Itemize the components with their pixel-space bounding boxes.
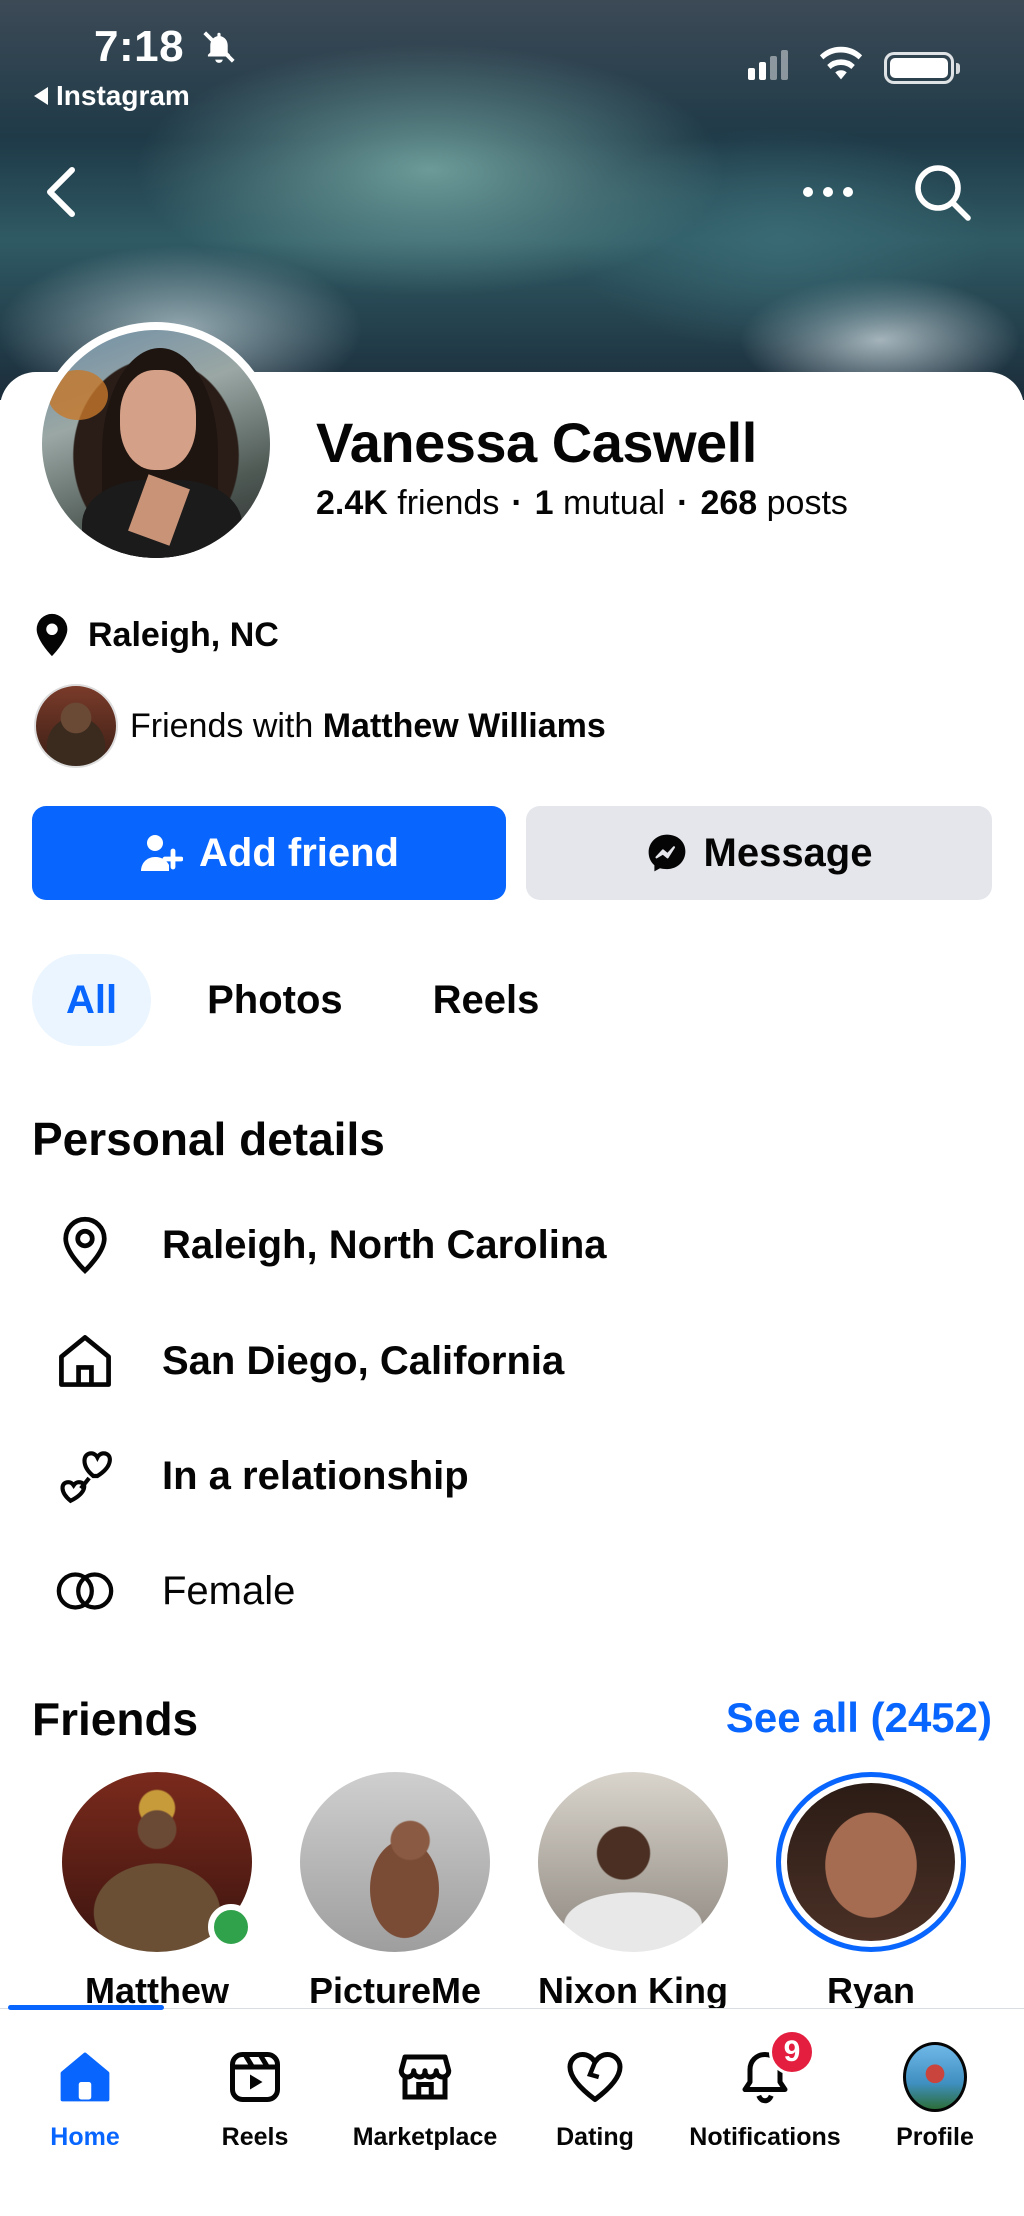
mutual-stat[interactable]: 1 mutual [535,484,665,523]
profile-tabs: All Photos Reels [32,954,595,1046]
more-dots-icon [803,187,853,197]
online-indicator [208,1904,254,1950]
friend-name: Nixon King [538,1970,728,2011]
dating-heart-icon [567,2052,623,2102]
tab-reels[interactable]: Reels [399,954,574,1046]
status-time: 7:18 [94,22,185,71]
friend-card[interactable]: Matthew [62,1772,254,2012]
wifi-icon [819,46,863,80]
back-triangle-icon [34,87,48,105]
search-button[interactable] [910,160,974,224]
friend-card[interactable]: Nixon King [538,1772,728,2012]
profile-avatar[interactable] [34,322,278,566]
location-pin-filled-icon [36,613,68,657]
nav-label: Marketplace [352,2123,498,2151]
tab-all[interactable]: All [32,954,152,1046]
tab-photos[interactable]: Photos [173,954,377,1046]
hearts-icon [60,1451,112,1504]
bell-off-icon [203,31,235,63]
nav-label: Profile [896,2123,974,2151]
friend-avatar [538,1772,728,1952]
nav-marketplace[interactable]: Marketplace [340,2045,510,2152]
bottom-nav: Home Reels Marketplace Dating 9 Notifica… [0,2005,1024,2216]
cellular-signal-icon [748,50,788,80]
mutual-friend-avatar[interactable] [34,684,118,768]
friend-card[interactable]: Ryan [776,1772,966,2012]
detail-text: Female [162,1568,296,1613]
detail-current-city: Raleigh, North Carolina [50,1210,607,1280]
notification-badge: 9 [769,2029,815,2075]
friend-name: PictureMe [308,1970,482,2011]
detail-text: In a relationship [162,1453,469,1498]
home-icon [60,2052,110,2102]
messenger-icon [648,834,685,872]
home-icon [59,1335,111,1387]
nav-label: Notifications [689,2123,841,2151]
detail-relationship: In a relationship [50,1441,469,1511]
nav-label: Reels [221,2123,289,2151]
location-pin-icon [63,1216,107,1274]
friends-title: Friends [32,1693,199,1745]
nav-dating[interactable]: Dating [510,2045,680,2152]
add-friend-label: Add friend [199,830,399,875]
back-app-label: Instagram [56,80,190,111]
nav-notifications[interactable]: 9 Notifications [680,2029,850,2152]
nav-profile[interactable]: Profile [850,2042,1020,2152]
detail-text: Raleigh, North Carolina [162,1222,607,1267]
detail-text: San Diego, California [162,1338,565,1383]
nav-home[interactable]: Home [0,2045,170,2152]
profile-stats: 2.4K friends · 1 mutual · 268 posts [316,484,848,523]
gender-rings-icon [56,1572,114,1610]
back-to-app[interactable]: Instagram [34,80,190,112]
friend-avatar-story-ring [776,1772,966,1952]
profile-avatar-thumb [903,2042,967,2112]
friend-avatar [62,1772,254,1952]
detail-hometown: San Diego, California [50,1326,564,1396]
detail-gender: Female [50,1556,295,1626]
nav-reels[interactable]: Reels [170,2045,340,2152]
message-button[interactable]: Message [526,806,992,900]
battery-icon [884,52,960,84]
friend-card[interactable]: PictureMe [300,1772,490,2012]
friends-with-text: Friends with Matthew Williams [130,706,606,745]
posts-stat: 268 posts [700,484,848,522]
marketplace-icon [398,2054,452,2100]
message-label: Message [703,830,873,875]
personal-details-title: Personal details [32,1113,385,1165]
mutual-friend-row[interactable]: Friends with Matthew Williams [34,684,606,768]
more-options-button[interactable] [796,160,860,224]
chevron-left-icon [47,167,75,217]
add-friend-icon [141,835,183,871]
see-all-friends-link[interactable]: See all (2452) [726,1694,992,1742]
location-row: Raleigh, NC [32,612,279,658]
search-icon [915,165,971,221]
reels-icon [230,2052,280,2102]
friends-row: Matthew PictureMe Nixon King Ryan [62,1772,1002,2012]
location-text: Raleigh, NC [88,615,279,654]
friend-avatar [300,1772,490,1952]
profile-name: Vanessa Caswell [316,411,757,474]
add-friend-button[interactable]: Add friend [32,806,506,900]
back-button[interactable] [30,160,94,224]
active-tab-indicator [8,2005,164,2010]
friend-name: Ryan [826,1970,916,2011]
friend-avatar [787,1783,955,1941]
nav-label: Home [50,2123,120,2151]
status-bar: 7:18 Instagram [0,0,1024,112]
friends-stat[interactable]: 2.4K friends [316,484,499,523]
nav-label: Dating [556,2123,634,2151]
